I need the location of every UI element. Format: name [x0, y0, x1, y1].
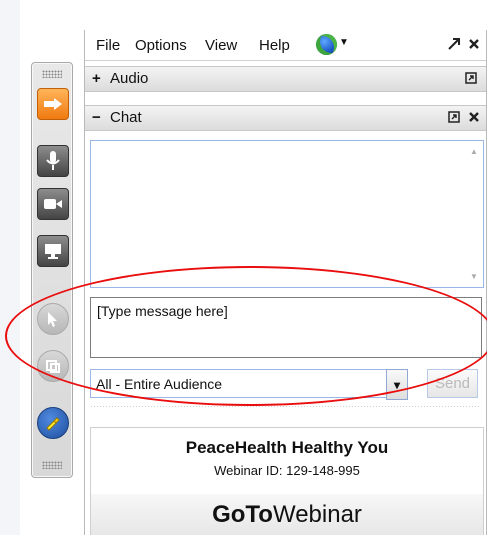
- copy-screen-icon: [46, 360, 60, 373]
- screen-copy-button[interactable]: [37, 350, 69, 382]
- pointer-icon: [48, 312, 57, 327]
- microphone-button[interactable]: [37, 145, 69, 177]
- drawing-tools-button[interactable]: [37, 407, 69, 439]
- toolbar-grip-top[interactable]: [42, 70, 62, 78]
- scroll-down-icon[interactable]: ▼: [470, 272, 478, 281]
- toolbar-grip-bottom[interactable]: [42, 461, 62, 469]
- audio-section-header[interactable]: + Audio: [85, 66, 486, 92]
- restore-icon[interactable]: [464, 72, 478, 86]
- control-toolbar: [31, 62, 73, 478]
- resize-divider[interactable]: [90, 405, 480, 408]
- webinar-id: Webinar ID: 129-148-995: [214, 463, 360, 478]
- chat-scrollbar[interactable]: ▲ ▼: [466, 141, 483, 287]
- camera-icon: [44, 199, 62, 209]
- chevron-down-icon[interactable]: ▾: [386, 369, 408, 400]
- menu-view[interactable]: View: [205, 37, 237, 54]
- chat-section-header[interactable]: − Chat: [85, 105, 486, 131]
- expand-icon[interactable]: [447, 38, 461, 52]
- scroll-up-icon[interactable]: ▲: [470, 147, 478, 156]
- arrow-right-icon: [44, 98, 62, 110]
- audience-selected-value: All - Entire Audience: [96, 376, 223, 392]
- screen-icon: [45, 244, 61, 259]
- chat-message-log[interactable]: ▲ ▼: [90, 140, 484, 288]
- menu-options[interactable]: Options: [135, 37, 187, 54]
- screen-share-button[interactable]: [37, 235, 69, 267]
- menu-help[interactable]: Help: [259, 37, 290, 54]
- audio-section-title: Audio: [110, 70, 149, 87]
- globe-icon[interactable]: [316, 34, 337, 55]
- menu-bar: File Options View Help ▼: [85, 30, 486, 61]
- gotowebinar-logo: GoToWebinar: [212, 501, 362, 528]
- pen-icon: [46, 417, 60, 431]
- webinar-panel: File Options View Help ▼ + Audio − Chat: [84, 30, 487, 535]
- plus-icon[interactable]: +: [92, 70, 101, 87]
- chat-section-title: Chat: [110, 109, 142, 126]
- pointer-button[interactable]: [37, 303, 69, 335]
- audience-select[interactable]: All - Entire Audience ▾: [90, 369, 408, 400]
- organization-name: PeaceHealth Healthy You: [185, 438, 389, 457]
- webcam-button[interactable]: [37, 188, 69, 220]
- close-icon[interactable]: [467, 38, 481, 52]
- microphone-icon: [46, 151, 60, 170]
- chevron-down-icon[interactable]: ▼: [339, 37, 349, 48]
- chat-message-input[interactable]: [Type message here]: [90, 297, 482, 358]
- chat-close-icon[interactable]: [467, 111, 481, 125]
- brand-bar: GoToWebinar: [90, 494, 484, 535]
- chat-restore-icon[interactable]: [447, 111, 461, 125]
- menu-file[interactable]: File: [96, 37, 120, 54]
- minus-icon[interactable]: −: [92, 109, 101, 126]
- send-button[interactable]: Send: [427, 369, 478, 398]
- show-hide-panel-button[interactable]: [37, 88, 69, 120]
- webinar-info: PeaceHealth Healthy You Webinar ID: 129-…: [90, 427, 484, 496]
